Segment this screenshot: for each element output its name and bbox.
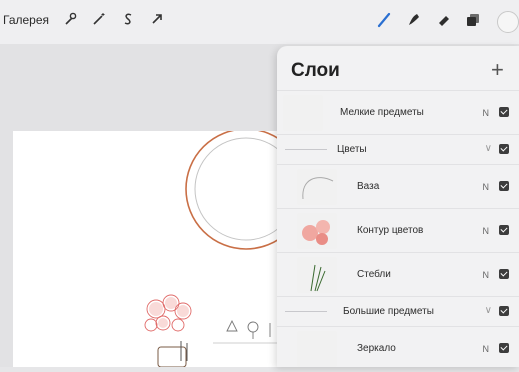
color-circle-icon[interactable] [497, 11, 519, 33]
layer-thumbnail [297, 257, 337, 293]
smudge-icon[interactable] [405, 12, 421, 28]
visibility-checkbox[interactable] [499, 107, 509, 117]
top-toolbar: Галерея [0, 0, 519, 44]
flowers-thumbnail-art [302, 220, 330, 245]
blend-mode-button[interactable]: N [483, 108, 490, 118]
visibility-checkbox[interactable] [499, 144, 509, 154]
layers-panel: Слои + Мелкие предметы N Цветы ∨ Ваза N … [277, 46, 519, 367]
gallery-button[interactable]: Галерея [3, 13, 49, 27]
drawing-artwork [144, 128, 313, 368]
wrench-icon[interactable] [63, 12, 77, 26]
blend-mode-button[interactable]: N [483, 344, 490, 354]
drawing-canvas[interactable] [13, 128, 313, 368]
layer-row[interactable]: Мелкие предметы N [277, 90, 519, 135]
chevron-down-icon[interactable]: ∨ [485, 305, 492, 316]
group-row[interactable]: Большие предметы ∨ [277, 296, 519, 327]
selection-s-icon[interactable] [121, 12, 135, 26]
group-divider [285, 149, 327, 150]
layer-row[interactable]: Ваза N [277, 164, 519, 209]
layer-row[interactable]: Контур цветов N [277, 208, 519, 253]
visibility-checkbox[interactable] [499, 181, 509, 191]
layer-name: Ваза [357, 181, 380, 192]
layer-name: Контур цветов [357, 225, 424, 236]
visibility-checkbox[interactable] [499, 343, 509, 353]
visibility-checkbox[interactable] [499, 306, 509, 316]
layer-row[interactable]: Стебли N [277, 252, 519, 297]
layer-thumbnail [297, 331, 337, 367]
chevron-down-icon[interactable]: ∨ [485, 143, 492, 154]
magic-wand-icon[interactable] [92, 12, 106, 26]
layer-row[interactable]: Зеркало N [277, 326, 519, 367]
vase-thumbnail-art [302, 177, 334, 200]
blend-mode-button[interactable]: N [483, 182, 490, 192]
blend-mode-button[interactable]: N [483, 270, 490, 280]
layer-thumbnail [297, 169, 337, 205]
stems-thumbnail-art [310, 264, 326, 292]
visibility-checkbox[interactable] [499, 269, 509, 279]
add-layer-button[interactable]: + [491, 57, 504, 83]
layer-thumbnail [283, 95, 323, 131]
eraser-icon[interactable] [436, 12, 452, 28]
brush-icon[interactable] [376, 12, 392, 28]
layer-thumbnail [297, 213, 337, 249]
layers-icon[interactable] [465, 12, 481, 28]
layer-name: Зеркало [357, 343, 396, 354]
visibility-checkbox[interactable] [499, 225, 509, 235]
blend-mode-button[interactable]: N [483, 226, 490, 236]
layer-name: Мелкие предметы [340, 107, 424, 118]
group-name: Большие предметы [343, 306, 434, 317]
group-name: Цветы [337, 144, 367, 155]
layers-panel-title: Слои [291, 60, 340, 81]
transform-arrow-icon[interactable] [150, 12, 164, 26]
group-row[interactable]: Цветы ∨ [277, 134, 519, 165]
layer-name: Стебли [357, 269, 391, 280]
group-divider [285, 311, 327, 312]
